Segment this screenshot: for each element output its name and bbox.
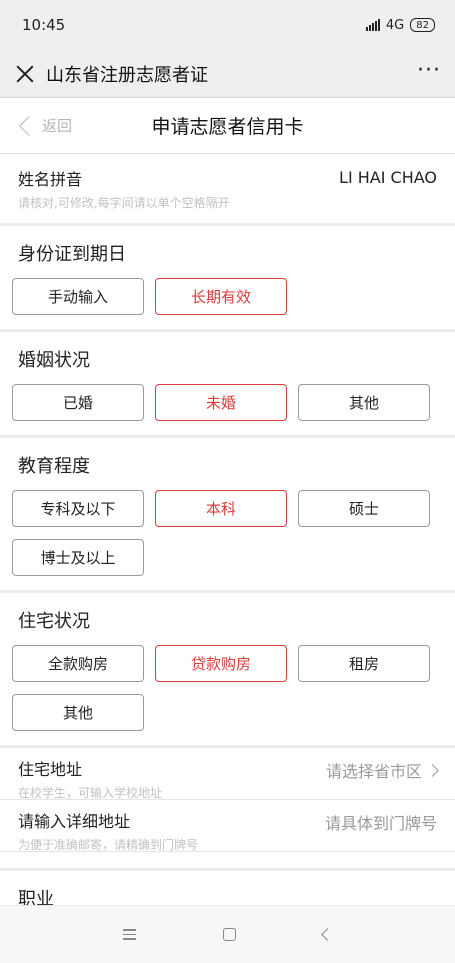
option-long-term[interactable]: 长期有效 xyxy=(155,278,287,315)
option-unmarried[interactable]: 未婚 xyxy=(155,384,287,421)
back-icon[interactable] xyxy=(320,928,334,941)
address-placeholder: 请选择省市区 xyxy=(325,762,422,781)
option-rent[interactable]: 租房 xyxy=(298,645,430,682)
option-married[interactable]: 已婚 xyxy=(12,384,144,421)
menu-icon[interactable] xyxy=(123,929,137,940)
name-pinyin-row[interactable]: 姓名拼音 请核对,可修改,每字间请以单个空格隔开 LI HAI CHAO xyxy=(0,154,455,226)
detail-address-placeholder: 请具体到门牌号 xyxy=(324,814,437,833)
battery-icon: 82 xyxy=(410,18,435,32)
section-title: 住宅状况 xyxy=(18,611,90,632)
detail-address-input[interactable]: 请具体到门牌号 xyxy=(325,810,437,834)
section-housing: 住宅状况 全款购房 贷款购房 租房 其他 xyxy=(0,593,455,748)
app-title: 山东省注册志愿者证 xyxy=(46,64,208,86)
option-doctor[interactable]: 博士及以上 xyxy=(12,539,144,576)
option-housing-other[interactable]: 其他 xyxy=(12,694,144,731)
option-manual-input[interactable]: 手动输入 xyxy=(12,278,144,315)
option-mortgage[interactable]: 贷款购房 xyxy=(155,645,287,682)
status-indicators: 4G 82 xyxy=(365,17,435,33)
option-master[interactable]: 硕士 xyxy=(298,490,430,527)
option-full-purchase[interactable]: 全款购房 xyxy=(12,645,144,682)
app-bar: 山东省注册志愿者证 ··· xyxy=(0,50,455,98)
option-marital-other[interactable]: 其他 xyxy=(298,384,430,421)
form: 姓名拼音 请核对,可修改,每字间请以单个空格隔开 LI HAI CHAO 身份证… xyxy=(0,154,455,925)
address-row[interactable]: 住宅地址 在校学生，可输入学校地址 请选择省市区 xyxy=(0,748,455,800)
page-nav-bar: 返回 申请志愿者信用卡 xyxy=(0,98,455,154)
name-pinyin-value[interactable]: LI HAI CHAO xyxy=(339,168,437,187)
network-label: 4G xyxy=(385,17,405,33)
detail-address-hint: 为便于准确邮寄，请精确到门牌号 xyxy=(18,838,199,852)
chevron-left-icon xyxy=(19,115,39,136)
battery-level: 82 xyxy=(416,19,429,31)
status-bar: 10:45 4G 82 xyxy=(0,0,455,50)
back-label: 返回 xyxy=(42,117,73,135)
home-icon[interactable] xyxy=(222,928,236,941)
section-marital: 婚姻状况 已婚 未婚 其他 xyxy=(0,332,455,438)
back-button[interactable]: 返回 xyxy=(0,115,72,136)
chevron-right-icon xyxy=(426,763,439,777)
option-junior-college[interactable]: 专科及以下 xyxy=(12,490,144,527)
status-time: 10:45 xyxy=(22,16,66,34)
section-title: 身份证到期日 xyxy=(18,244,126,265)
section-title: 教育程度 xyxy=(18,456,90,477)
address-hint: 在校学生，可输入学校地址 xyxy=(18,786,163,800)
section-education: 教育程度 专科及以下 本科 硕士 博士及以上 xyxy=(0,438,455,593)
section-title: 婚姻状况 xyxy=(18,350,90,371)
name-pinyin-hint: 请核对,可修改,每字间请以单个空格隔开 xyxy=(18,196,230,210)
close-icon[interactable] xyxy=(14,63,36,85)
more-options-icon[interactable]: ··· xyxy=(417,58,441,89)
system-nav-bar xyxy=(0,905,455,963)
section-id-expiry: 身份证到期日 手动输入 长期有效 xyxy=(0,226,455,332)
signal-icon xyxy=(365,19,380,31)
address-select[interactable]: 请选择省市区 xyxy=(325,758,439,782)
option-bachelor[interactable]: 本科 xyxy=(155,490,287,527)
detail-address-row[interactable]: 请输入详细地址 为便于准确邮寄，请精确到门牌号 请具体到门牌号 xyxy=(0,800,455,852)
